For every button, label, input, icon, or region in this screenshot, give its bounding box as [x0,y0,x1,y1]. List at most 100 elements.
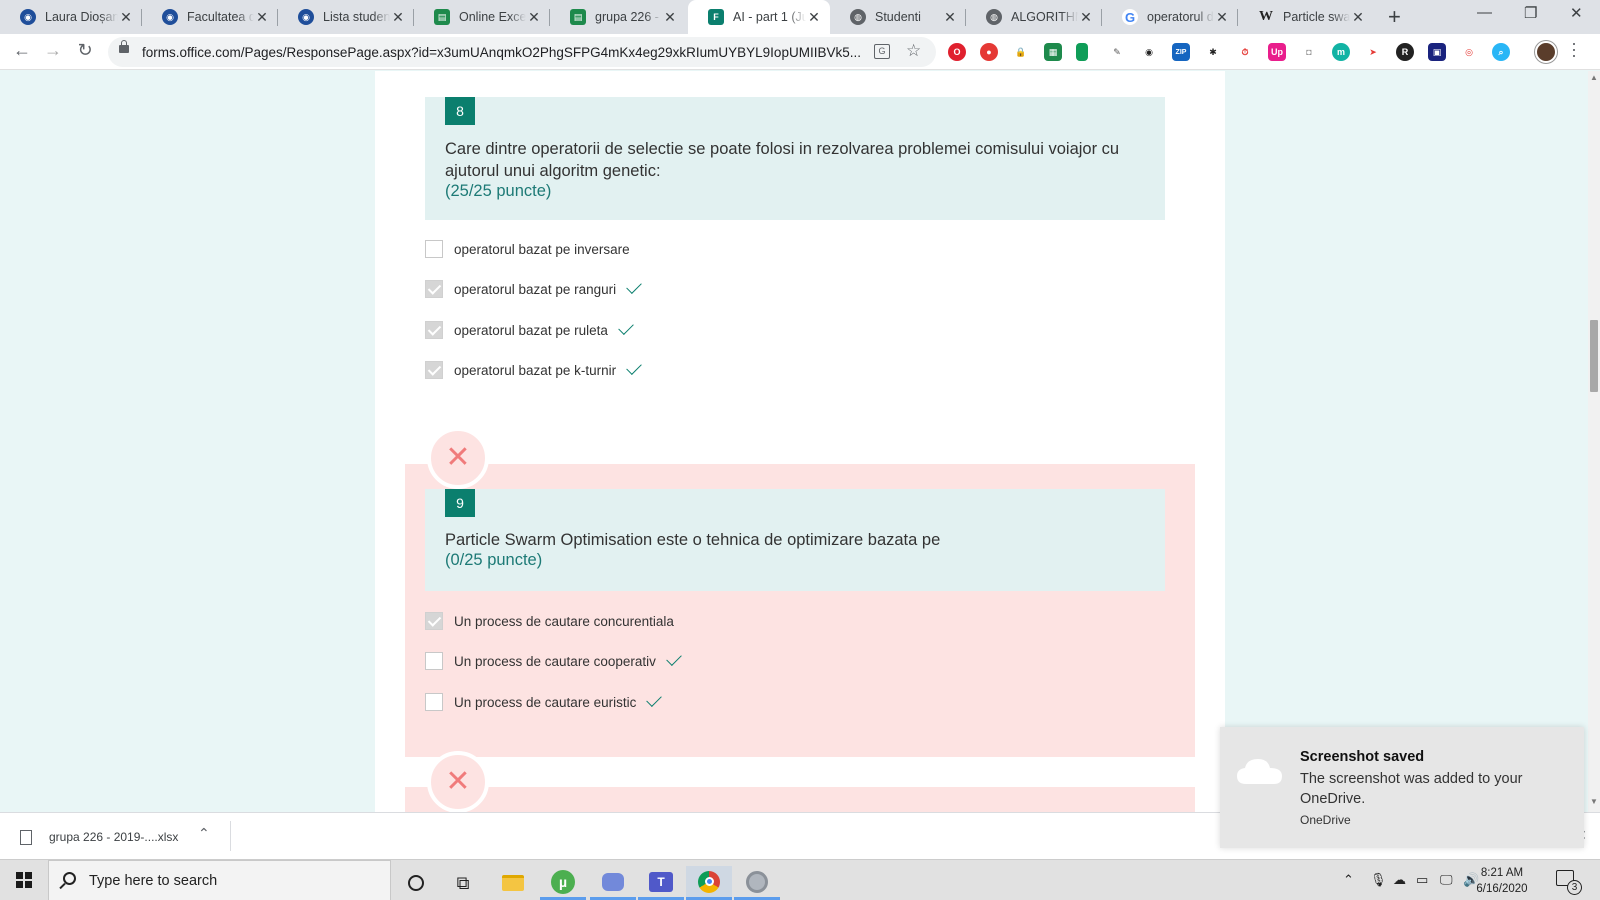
network-icon[interactable]: 🖵 [1440,872,1453,888]
back-icon[interactable]: ← [10,40,34,61]
translate-icon[interactable]: G [874,44,890,59]
new-tab-icon[interactable]: + [1388,4,1401,30]
checkbox[interactable] [425,321,443,339]
tab-6[interactable]: ◍ Studenti ✕ [830,0,966,34]
extension-search-icon[interactable]: ⌕ [1492,43,1510,61]
system-clock[interactable]: 8:21 AM 6/16/2020 [1470,865,1534,897]
extension-spiral-icon[interactable]: ◎ [1460,43,1478,61]
checkbox[interactable] [425,280,443,298]
close-icon[interactable]: ✕ [1214,9,1230,26]
option-row[interactable]: Un process de cautare euristic [425,691,663,711]
url-text[interactable]: forms.office.com/Pages/ResponsePage.aspx… [142,45,862,60]
windows-start-icon[interactable] [16,872,32,888]
battery-icon[interactable]: ▭ [1416,872,1428,888]
scrollbar-thumb[interactable] [1590,320,1598,392]
extension-tomato-icon[interactable]: ● [980,43,998,61]
extension-opera-icon[interactable]: O [948,43,966,61]
extension-lock-icon[interactable]: 🔒 [1012,43,1030,61]
restore-icon[interactable]: ❐ [1524,4,1537,22]
vertical-scrollbar[interactable]: ▲ ▼ [1588,71,1600,812]
option-row[interactable]: operatorul bazat pe inversare [425,240,630,258]
extension-docs-icon[interactable] [1076,43,1088,61]
close-icon[interactable]: ✕ [806,9,822,26]
toast-body: The screenshot was added to your OneDriv… [1300,771,1523,807]
teams-icon[interactable]: T [638,866,684,900]
extension-eye-icon[interactable]: ◉ [1140,43,1158,61]
tab-4[interactable]: ▤ grupa 226 - 2 ✕ [550,0,686,34]
checkbox[interactable] [425,361,443,379]
close-icon[interactable]: ✕ [1078,9,1094,26]
correct-check-icon [646,691,663,707]
extension-zip-icon[interactable]: ZIP [1172,43,1190,61]
disc-app-icon[interactable] [734,866,780,900]
close-icon[interactable]: ✕ [942,9,958,26]
scroll-up-icon[interactable]: ▲ [1590,73,1598,82]
lock-icon [119,40,129,53]
option-row[interactable]: Un process de cautare cooperativ [425,650,682,670]
google-icon: G [1122,9,1138,25]
kebab-menu-icon[interactable]: · · · [1570,34,1578,64]
option-row[interactable]: operatorul bazat pe k-turnir [425,359,642,379]
cortana-icon[interactable] [393,866,439,900]
extension-up-icon[interactable]: Up [1268,43,1286,61]
close-icon[interactable]: ✕ [526,9,542,26]
tab-title: Facultatea de [187,10,254,24]
extension-pen-icon[interactable]: ✎ [1108,43,1126,61]
extension-sheets-icon[interactable]: ▦ [1044,43,1062,61]
file-explorer-icon[interactable] [490,866,536,900]
tab-5-active[interactable]: F AI - part 1 (Ju ✕ [688,0,830,34]
chrome-icon[interactable] [686,866,732,900]
extension-bug-icon[interactable]: ✱ [1204,43,1222,61]
chevron-up-icon[interactable]: ⌃ [198,825,210,842]
extension-timer-icon[interactable]: ⏱ [1236,43,1254,61]
toast-title: Screenshot saved [1300,749,1425,765]
extension-m-icon[interactable]: m [1332,43,1350,61]
close-icon[interactable]: ✕ [662,9,678,26]
checkbox[interactable] [425,240,443,258]
task-view-icon[interactable]: ⧉ [440,866,486,900]
tab-3[interactable]: ▤ Online Excel V ✕ [414,0,550,34]
discord-icon[interactable] [590,866,636,900]
extension-arrow-icon[interactable]: ➤ [1364,43,1382,61]
option-row[interactable]: Un process de cautare concurentiala [425,612,674,630]
ms-forms-icon: F [708,9,724,25]
extension-r-icon[interactable]: R [1396,43,1414,61]
bookmark-star-icon[interactable]: ☆ [906,41,921,61]
checkbox[interactable] [425,652,443,670]
tab-9[interactable]: W Particle swarm ✕ [1238,0,1374,34]
chevron-up-icon[interactable]: ⌃ [1343,872,1354,888]
tab-8[interactable]: G operatorul de ✕ [1102,0,1238,34]
extension-screen-icon[interactable]: ▣ [1428,43,1446,61]
close-icon[interactable]: ✕ [254,9,270,26]
close-icon[interactable]: ✕ [1350,9,1366,26]
notification-toast[interactable]: Screenshot saved The screenshot was adde… [1220,727,1584,848]
utorrent-icon[interactable]: µ [540,866,586,900]
address-bar[interactable]: forms.office.com/Pages/ResponsePage.aspx… [108,37,936,67]
minimize-icon[interactable]: — [1477,4,1492,21]
search-icon [63,872,76,885]
forward-icon[interactable]: → [41,40,65,61]
scroll-down-icon[interactable]: ▼ [1590,797,1598,806]
checkbox[interactable] [425,693,443,711]
download-item[interactable]: grupa 226 - 2019-....xlsx [20,823,178,851]
checkbox[interactable] [425,612,443,630]
tab-2[interactable]: ◉ Lista studenți ✕ [278,0,414,34]
option-row[interactable]: operatorul bazat pe ranguri [425,278,642,298]
option-label: operatorul bazat pe ruleta [454,322,608,338]
taskbar-search-box[interactable]: Type here to search [48,860,391,900]
tab-7[interactable]: ◍ ALGORITHMI ✕ [966,0,1102,34]
microphone-icon[interactable]: 🎙 [1370,872,1387,888]
extension-camera-icon[interactable]: ◘ [1300,43,1318,61]
incorrect-answer-band [405,787,1195,812]
reload-icon[interactable]: ↻ [73,40,97,61]
option-row[interactable]: operatorul bazat pe ruleta [425,319,634,339]
close-icon[interactable]: ✕ [390,9,406,26]
window-close-icon[interactable]: ✕ [1570,4,1583,22]
onedrive-icon[interactable]: ☁ [1393,872,1406,888]
question-text: Particle Swarm Optimisation este o tehni… [445,531,941,549]
tab-0[interactable]: ◉ Laura Dioșan ✕ [0,0,142,34]
download-file-name[interactable]: grupa 226 - 2019-....xlsx [49,830,178,844]
close-icon[interactable]: ✕ [118,9,134,26]
tab-1[interactable]: ◉ Facultatea de ✕ [142,0,278,34]
profile-avatar[interactable] [1535,41,1557,63]
